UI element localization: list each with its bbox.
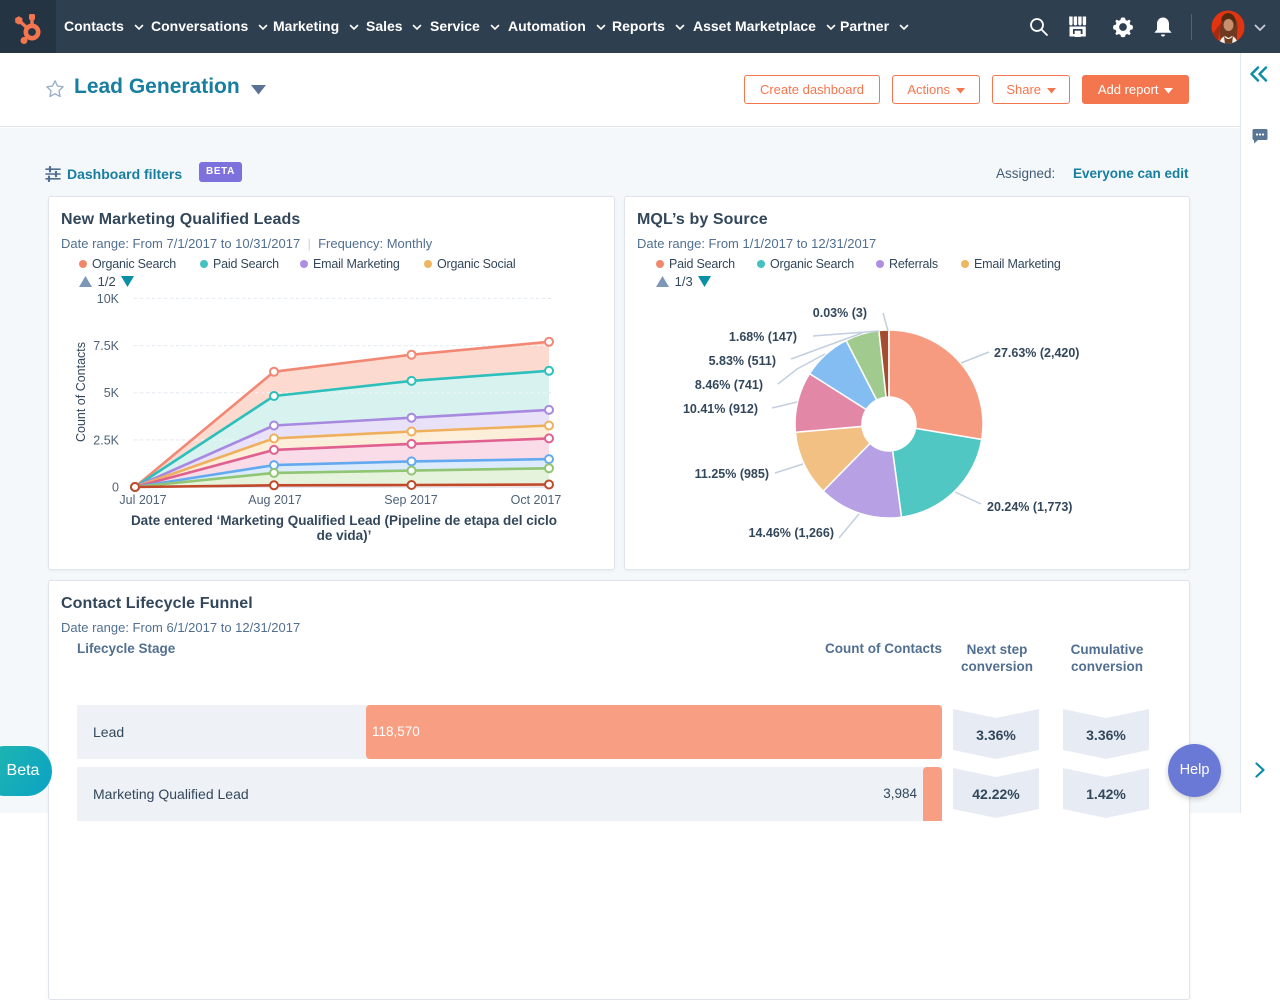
svg-text:10K: 10K xyxy=(97,293,120,306)
svg-text:11.25% (985): 11.25% (985) xyxy=(695,467,769,481)
svg-text:27.63% (2,420): 27.63% (2,420) xyxy=(994,346,1079,360)
svg-text:2.5K: 2.5K xyxy=(93,433,119,447)
svg-text:8.46% (741): 8.46% (741) xyxy=(695,378,763,392)
svg-text:5K: 5K xyxy=(104,386,120,400)
svg-text:5.83% (511): 5.83% (511) xyxy=(709,354,776,368)
svg-text:14.46% (1,266): 14.46% (1,266) xyxy=(749,526,834,540)
svg-text:20.24% (1,773): 20.24% (1,773) xyxy=(987,500,1072,514)
svg-text:1.68% (147): 1.68% (147) xyxy=(729,330,797,344)
svg-text:0.03% (3): 0.03% (3) xyxy=(813,306,867,320)
svg-text:10.41% (912): 10.41% (912) xyxy=(683,402,758,416)
svg-text:0: 0 xyxy=(112,481,119,495)
svg-text:7.5K: 7.5K xyxy=(93,339,119,353)
